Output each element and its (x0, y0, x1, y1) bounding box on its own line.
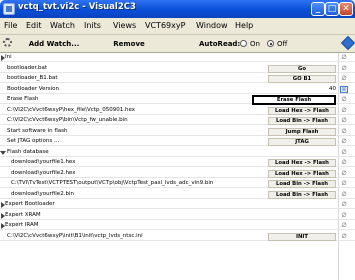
row-label: Expert IRAM (5, 222, 39, 228)
row-label: C:\VI2C\cVvct6wxyP\hex_file\Vctp_050901.… (7, 106, 135, 113)
load-hex-button[interactable]: Load Hex -> Flash (268, 106, 336, 115)
menu-inits[interactable]: Inits (84, 21, 101, 30)
row-label: download\yourfile2.hex (11, 169, 76, 176)
watch-row[interactable]: C:\VI2C\cVvct6wxyP\bin\Vctp_fw_unable.bi… (0, 116, 355, 126)
autoread-label: AutoRead: (199, 40, 241, 48)
row-label: Set JTAG options ... (7, 138, 60, 144)
menu-views[interactable]: Views (113, 21, 136, 30)
load-bin-button[interactable]: Load Bin -> Flash (268, 117, 336, 125)
watch-row[interactable]: C:\VI2C\cVvct6wxyP\hex_file\Vctp_050901.… (0, 106, 355, 115)
remove-button[interactable]: Remove (92, 38, 166, 51)
row-label: C:\VI2C\cVvct6wxyP\bin\Vctp_fw_unable.bi… (7, 117, 128, 123)
status-indicator: ∅ (341, 222, 347, 229)
watch-row[interactable]: Start software in flash Jump Flash ∅ (0, 127, 355, 136)
menu-vct69xyp[interactable]: VCT69xyP (145, 21, 185, 30)
menu-file[interactable]: File (4, 21, 17, 30)
tree-node-expert-iram[interactable]: Expert IRAM ∅ (0, 221, 355, 231)
status-indicator: ∅ (341, 169, 347, 177)
watch-row[interactable]: download\yourfile2.hex Load Hex -> Flash… (0, 169, 355, 178)
autoread-on-radio[interactable] (240, 40, 247, 47)
go-button[interactable]: Go (268, 64, 336, 73)
autoread-on-label: On (250, 40, 260, 48)
toolbar: Add Watch... Remove AutoRead: On Off (0, 35, 355, 53)
status-indicator: ∅ (341, 138, 347, 145)
title-bar[interactable]: vctq_tvt.vi2c - Visual2C3 _ □ ✕ (0, 0, 355, 18)
status-indicator: ∅ (341, 96, 347, 103)
jump-flash-button[interactable]: Jump Flash (268, 127, 336, 136)
autoread-off-radio[interactable] (267, 40, 274, 47)
menu-bar: File Edit Watch Inits Views VCT69xyP Win… (0, 18, 355, 35)
status-indicator: ∅ (341, 159, 347, 166)
row-label: Flash database (7, 148, 49, 155)
row-label: bootloader.bat (7, 64, 48, 71)
checkbox[interactable]: ☒ (340, 85, 348, 93)
watch-row[interactable]: C:\VI2C\cVvct6wxyP\init\B1\init\vctp_lvd… (0, 232, 355, 241)
status-indicator: ∅ (341, 211, 347, 219)
row-label: download\yourfile1.hex (11, 159, 76, 165)
tree-node-flash-database[interactable]: Flash database ∅ (0, 148, 355, 157)
gear-icon[interactable] (3, 38, 12, 47)
collapse-arrow-icon[interactable] (0, 150, 6, 155)
window-title: vctq_tvt.vi2c - Visual2C3 (18, 2, 136, 12)
status-indicator: ∅ (341, 148, 347, 156)
menu-watch[interactable]: Watch (50, 21, 75, 30)
load-bin-button[interactable]: Load Bin -> Flash (268, 190, 336, 199)
row-label: Expert XRAM (5, 211, 41, 218)
erase-flash-button[interactable]: Erase Flash (252, 95, 336, 105)
row-label: Bootloader Version (7, 85, 60, 92)
watch-row[interactable]: Set JTAG options ... JTAG ∅ (0, 137, 355, 147)
status-indicator: ∅ (341, 201, 347, 208)
menu-help[interactable]: Help (235, 21, 253, 30)
status-indicator: ∅ (341, 180, 347, 187)
watch-row[interactable]: Erase Flash Erase Flash ∅ (0, 95, 355, 105)
status-indicator: ∅ (341, 117, 347, 124)
status-indicator: ∅ (341, 106, 347, 114)
status-indicator: ∅ (341, 232, 347, 240)
row-label: C:\TVI\TvTest\VCTPTEST\output\VCTp\obj\V… (11, 180, 214, 186)
tree-node-ini[interactable]: Ini ∅ (0, 53, 355, 63)
watch-row[interactable]: Bootloader Version 40 ☒ (0, 85, 355, 94)
watch-row[interactable]: download\yourfile2.bin Load Bin -> Flash… (0, 190, 355, 199)
menu-window[interactable]: Window (196, 21, 228, 30)
load-hex-button[interactable]: Load Hex -> Flash (268, 169, 336, 178)
autoread-off-label: Off (277, 40, 288, 48)
maximize-button[interactable]: □ (325, 2, 339, 16)
row-label: Erase Flash (7, 96, 39, 102)
row-label: Expert Bootloader (5, 201, 55, 207)
watch-row[interactable]: download\yourfile1.hex Load Hex -> Flash… (0, 158, 355, 168)
row-label: Start software in flash (7, 127, 68, 134)
menu-edit[interactable]: Edit (26, 21, 42, 30)
watch-row[interactable]: bootloader.bat Go ∅ (0, 64, 355, 73)
row-label: Ini (5, 54, 12, 60)
app-icon (3, 3, 15, 15)
status-indicator: ∅ (341, 75, 347, 82)
tree-node-expert-xram[interactable]: Expert XRAM ∅ (0, 211, 355, 220)
tree-node-expert-bootloader[interactable]: Expert Bootloader ∅ (0, 200, 355, 210)
status-indicator: ∅ (341, 190, 347, 198)
status-indicator: ∅ (341, 64, 347, 72)
go-b1-button[interactable]: GO B1 (268, 75, 336, 83)
add-watch-button[interactable]: Add Watch... (18, 38, 90, 51)
watch-row[interactable]: C:\TVI\TvTest\VCTPTEST\output\VCTp\obj\V… (0, 179, 355, 189)
watch-row[interactable]: bootloader_B1.bat GO B1 ∅ (0, 74, 355, 84)
minimize-button[interactable]: _ (311, 2, 325, 16)
load-bin-button[interactable]: Load Bin -> Flash (268, 180, 336, 188)
init-button[interactable]: INIT (268, 232, 336, 241)
row-label: download\yourfile2.bin (11, 190, 74, 197)
row-label: bootloader_B1.bat (7, 75, 58, 81)
load-hex-button[interactable]: Load Hex -> Flash (268, 159, 336, 167)
close-button[interactable]: ✕ (339, 2, 353, 16)
bootloader-version-value: 40 (329, 85, 336, 92)
row-label: C:\VI2C\cVvct6wxyP\init\B1\init\vctp_lvd… (7, 232, 143, 239)
status-indicator: ∅ (341, 54, 347, 61)
jtag-button[interactable]: JTAG (268, 138, 336, 146)
watch-panel: Ini ∅ bootloader.bat Go ∅ bootloader_B1.… (0, 53, 355, 280)
status-indicator: ∅ (341, 127, 347, 135)
